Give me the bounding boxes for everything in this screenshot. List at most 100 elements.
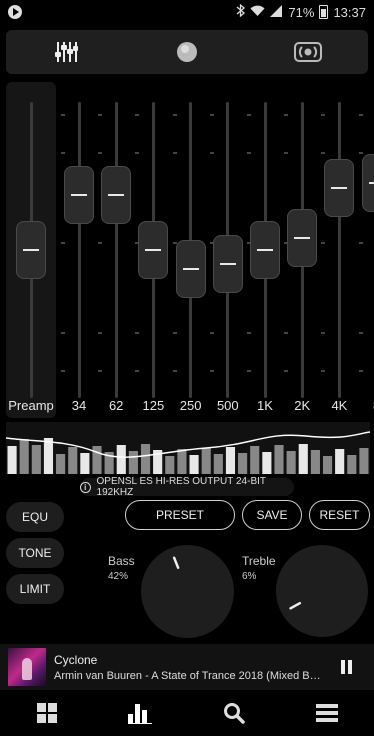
- band-slider-250-tick: [172, 152, 177, 154]
- band-slider-1K-handle[interactable]: [250, 221, 280, 279]
- nav-library[interactable]: [0, 690, 94, 736]
- pause-icon: [341, 660, 345, 674]
- now-playing-bar[interactable]: Cyclone Armin van Buuren - A State of Tr…: [0, 644, 374, 690]
- spectrum-bar: [80, 453, 90, 474]
- treble-label: Treble: [242, 554, 276, 568]
- band-slider-4K-tick: [321, 370, 326, 372]
- tab-virtualizer[interactable]: [247, 30, 368, 74]
- spectrum-bar: [335, 449, 345, 474]
- band-slider-4K-track: [337, 102, 341, 398]
- band-slider-500-tick: [209, 114, 214, 116]
- band-slider-2K-label: 2K: [294, 398, 311, 413]
- band-slider-1K-tick: [247, 370, 251, 372]
- band-slider-500-tick: [209, 332, 214, 334]
- band-slider-34-tick: [61, 114, 65, 116]
- treble-value: 6%: [242, 571, 257, 582]
- equ-label: EQU: [21, 510, 48, 524]
- bars-icon: [128, 704, 153, 724]
- limit-button[interactable]: LIMIT: [6, 574, 64, 604]
- spectrum-bar: [43, 438, 54, 474]
- output-info-badge[interactable]: i OPENSL ES HI-RES OUTPUT 24-BIT 192KHZ: [80, 476, 294, 498]
- search-icon: [223, 703, 245, 724]
- output-info-text: OPENSL ES HI-RES OUTPUT 24-BIT 192KHZ: [96, 476, 266, 498]
- spectrum-bar: [92, 446, 102, 474]
- save-button[interactable]: SAVE: [242, 500, 302, 530]
- band-slider-1K-tick: [247, 152, 251, 154]
- band-slider-500-tick: [209, 152, 214, 154]
- spectrum-bar: [68, 447, 78, 474]
- equalizer-area: [0, 82, 374, 422]
- band-slider-8-handle[interactable]: [361, 154, 374, 213]
- band-slider-62-tick: [98, 114, 103, 116]
- band-slider-4K-label: 4K: [331, 398, 348, 413]
- spectrum-visualizer: [6, 422, 370, 474]
- spectrum-bar: [140, 444, 151, 474]
- spectrum-bar: [298, 444, 308, 474]
- spectrum-bar: [177, 449, 187, 474]
- band-slider-62-handle[interactable]: [101, 166, 132, 225]
- band-slider-2K-tick: [284, 332, 289, 334]
- band-slider-8-tick: [358, 114, 363, 116]
- bass-knob[interactable]: [141, 545, 234, 638]
- bluetooth-icon: [236, 3, 246, 20]
- band-slider-62-tick: [98, 370, 103, 372]
- band-slider-34-tick: [61, 332, 65, 334]
- band-slider-250-handle[interactable]: [175, 240, 206, 299]
- band-slider-34-tick: [61, 242, 65, 244]
- treble-knob-indicator: [289, 601, 302, 610]
- treble-knob[interactable]: [276, 545, 368, 637]
- band-slider-500-handle[interactable]: [212, 235, 243, 294]
- equ-button[interactable]: EQU: [6, 502, 64, 532]
- band-slider-62-tick: [98, 242, 103, 244]
- top-tab-bar: [6, 30, 368, 74]
- spectrum-bar: [225, 447, 236, 474]
- preamp-slider-label: Preamp: [8, 398, 54, 413]
- band-slider-125-tick: [135, 370, 140, 372]
- clock: 13:37: [333, 4, 366, 20]
- band-slider-8-tick: [358, 332, 363, 334]
- wifi-icon: [250, 5, 265, 20]
- tab-equalizer[interactable]: [6, 30, 127, 74]
- band-slider-125-handle[interactable]: [138, 221, 169, 279]
- band-slider-34-handle[interactable]: [64, 166, 94, 225]
- nav-menu[interactable]: [281, 690, 374, 736]
- spectrum-bar: [286, 451, 296, 474]
- pause-button[interactable]: [341, 660, 352, 674]
- band-slider-62-label: 62: [108, 398, 124, 413]
- spectrum-bar: [262, 452, 272, 474]
- band-slider-2K-handle[interactable]: [287, 209, 318, 268]
- band-slider-500-label: 500: [216, 398, 239, 413]
- surround-speaker-icon: [293, 42, 322, 62]
- tone-button[interactable]: TONE: [6, 538, 64, 568]
- spectrum-bar: [250, 446, 260, 474]
- preamp-slider-handle[interactable]: [16, 221, 46, 279]
- nav-search[interactable]: [187, 690, 281, 736]
- band-slider-4K-handle[interactable]: [324, 159, 355, 218]
- reset-button[interactable]: RESET: [309, 500, 370, 530]
- band-slider-4K-tick: [321, 152, 326, 154]
- bass-label: Bass: [108, 554, 135, 568]
- spectrum-bar: [56, 454, 66, 474]
- band-slider-125-tick: [135, 114, 140, 116]
- save-label: SAVE: [256, 508, 288, 522]
- preset-button[interactable]: PRESET: [125, 500, 235, 530]
- band-slider-8-tick: [358, 370, 363, 372]
- menu-icon: [316, 704, 339, 722]
- band-slider-34-label: 34: [71, 398, 87, 413]
- info-icon: i: [80, 481, 91, 493]
- band-slider-2K-tick: [284, 152, 289, 154]
- equalizer-sliders-icon: [55, 42, 79, 62]
- band-slider-62-tick: [98, 332, 103, 334]
- band-slider-34-track: [77, 102, 81, 398]
- track-artist: Armin van Buuren - A State of Trance 201…: [54, 669, 324, 682]
- spectrum-bar: [189, 455, 199, 474]
- preset-label: PRESET: [155, 508, 204, 522]
- limit-label: LIMIT: [19, 582, 51, 596]
- spectrum-bar: [359, 448, 369, 474]
- spectrum-bar: [347, 455, 357, 474]
- nav-equalizer[interactable]: [94, 690, 188, 736]
- spectrum-bar: [213, 454, 223, 474]
- tab-volume[interactable]: [127, 30, 248, 74]
- spectrum-bar: [116, 445, 126, 474]
- knob-icon: [177, 42, 197, 62]
